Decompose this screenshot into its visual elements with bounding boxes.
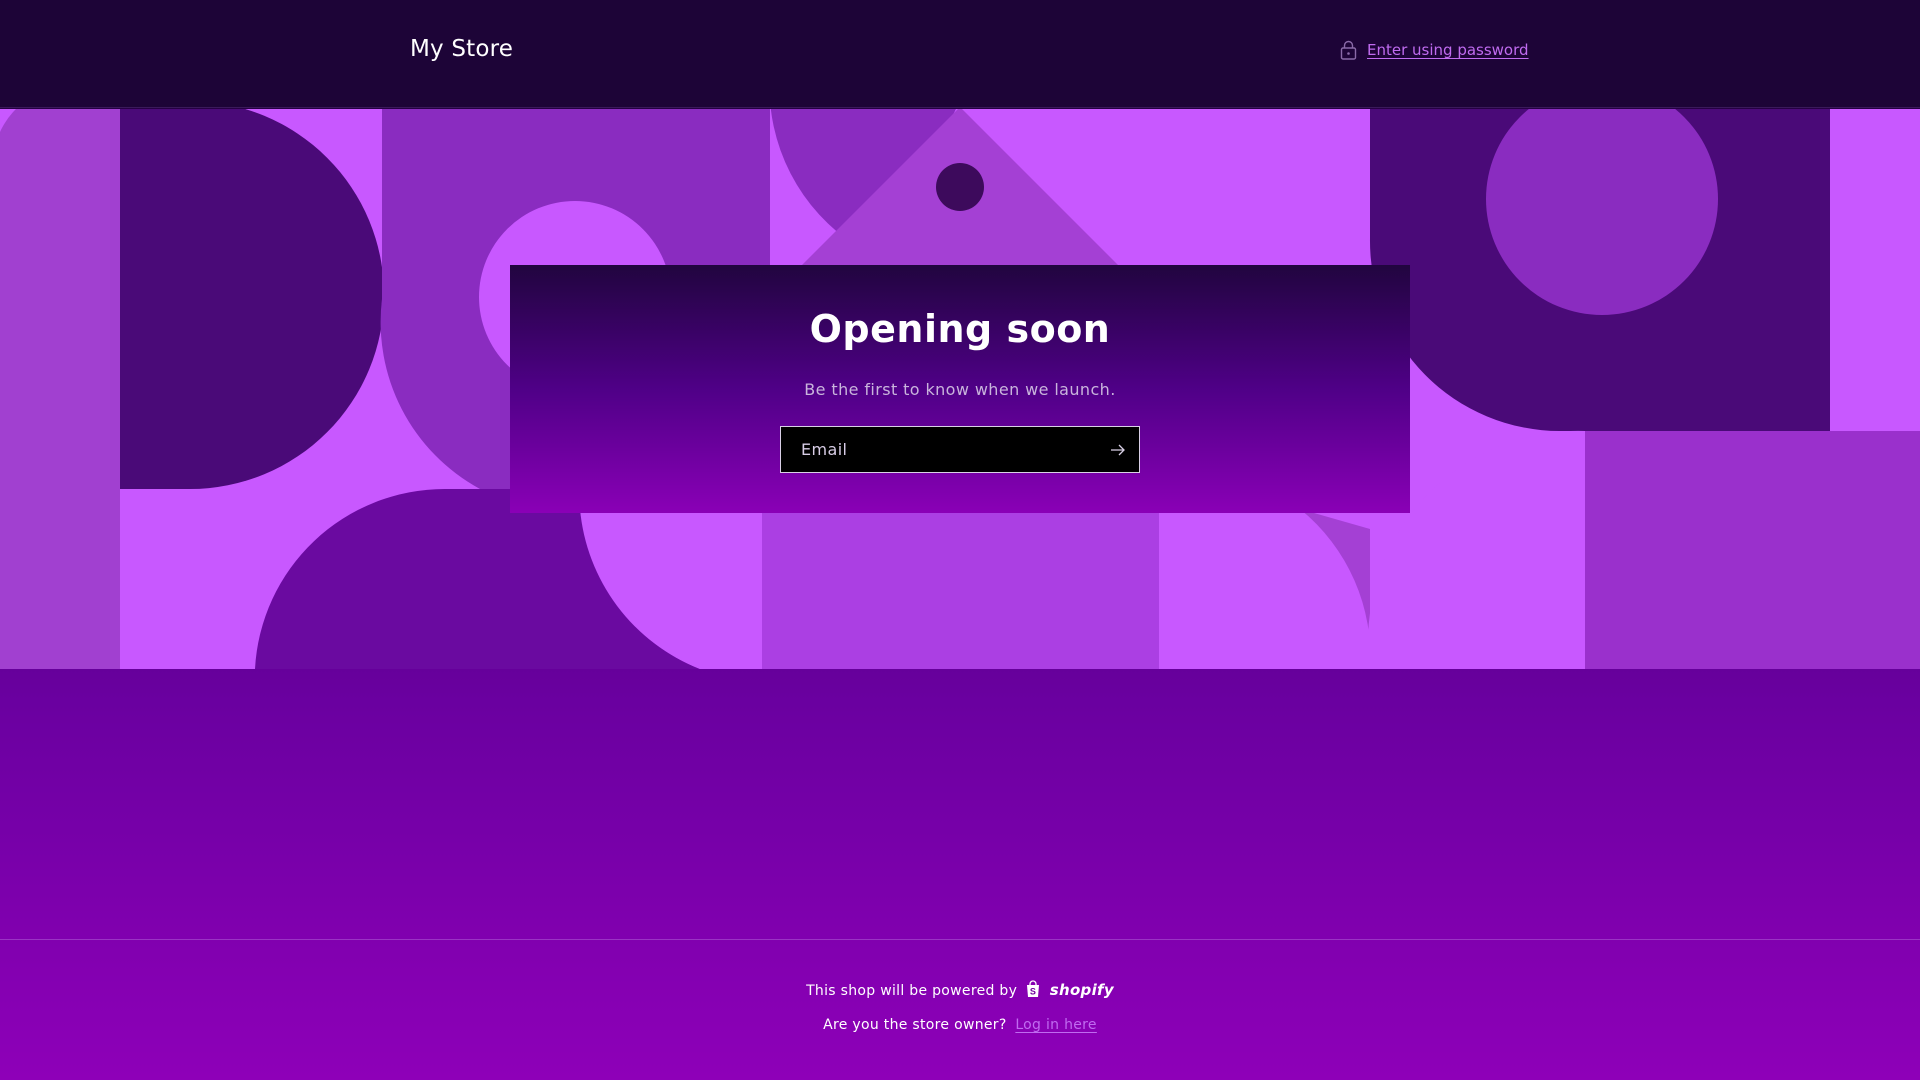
page-title: Opening soon: [809, 307, 1111, 351]
arrow-right-icon[interactable]: [1109, 441, 1127, 459]
email-form: [780, 426, 1140, 473]
site-header: My Store Enter using password: [0, 0, 1920, 108]
store-owner-text: Are you the store owner?: [823, 1017, 1007, 1033]
powered-by-line: This shop will be powered by S shopify: [0, 980, 1920, 999]
email-input[interactable]: [781, 427, 1101, 472]
login-link[interactable]: Log in here: [1015, 1017, 1097, 1033]
enter-password-link[interactable]: Enter using password: [1340, 40, 1529, 60]
powered-by-text: This shop will be powered by: [806, 983, 1018, 999]
enter-password-label[interactable]: Enter using password: [1367, 41, 1529, 59]
shopify-brand-link[interactable]: shopify: [1050, 981, 1114, 999]
lock-icon: [1340, 40, 1357, 60]
shopify-bag-icon: S: [1026, 980, 1039, 997]
store-name[interactable]: My Store: [410, 36, 513, 62]
svg-text:S: S: [1030, 987, 1036, 997]
opening-soon-card: Opening soon Be the first to know when w…: [510, 265, 1410, 513]
store-owner-line: Are you the store owner? Log in here: [0, 1017, 1920, 1033]
footer-divider: [0, 939, 1920, 940]
page-subtitle: Be the first to know when we launch.: [804, 380, 1116, 399]
